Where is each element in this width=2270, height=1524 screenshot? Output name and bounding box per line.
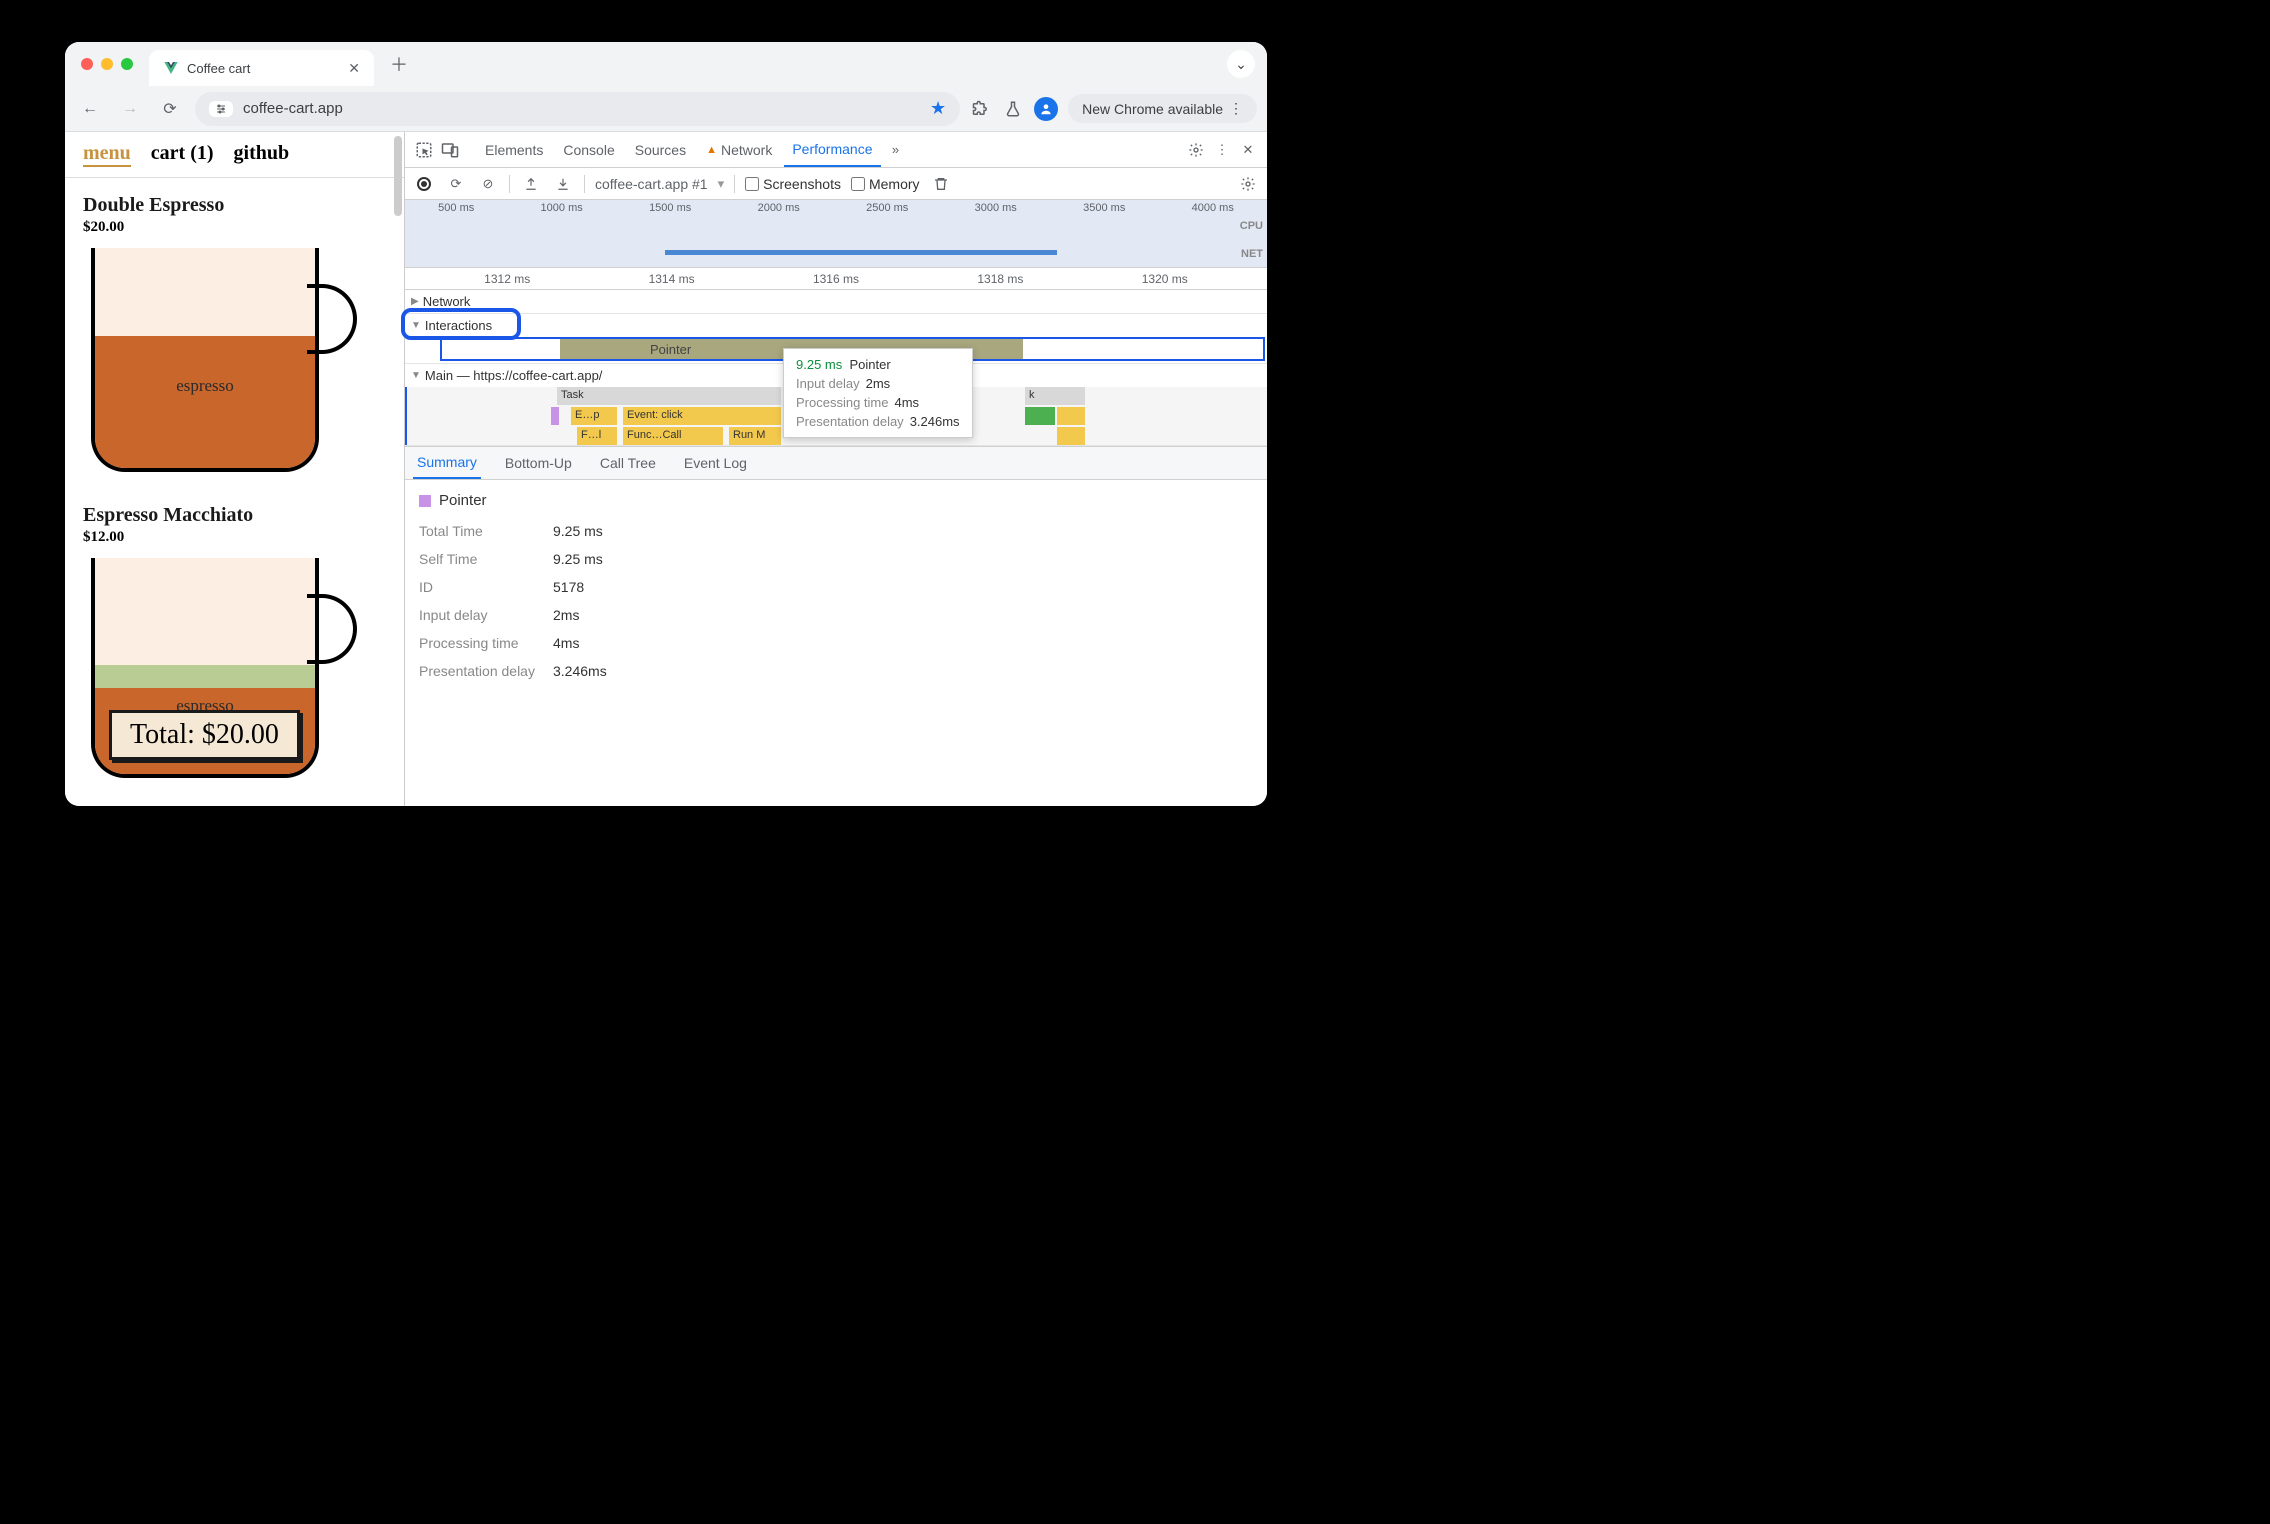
devtools-tabs: Elements Console Sources Network Perform… [405, 132, 1267, 168]
coffee-cup-icon[interactable]: espresso [83, 248, 333, 478]
browser-toolbar: ← → ⟳ coffee-cart.app ★ New Chrome avail… [65, 86, 1267, 132]
screenshots-checkbox[interactable]: Screenshots [745, 176, 841, 192]
product-name: Espresso Macchiato [83, 504, 386, 527]
clear-button[interactable]: ⊘ [477, 173, 499, 195]
tab-event-log[interactable]: Event Log [680, 448, 751, 478]
chevron-right-icon[interactable]: ▶ [411, 296, 419, 307]
back-button[interactable]: ← [75, 94, 105, 124]
close-devtools-icon[interactable]: ✕ [1237, 139, 1259, 161]
more-tabs-icon[interactable]: » [885, 139, 907, 161]
reload-button[interactable]: ⟳ [155, 94, 185, 124]
flame-bar[interactable] [1025, 407, 1055, 425]
network-track[interactable]: ▶Network [405, 290, 1267, 314]
chrome-update-label: New Chrome available [1082, 101, 1223, 117]
chrome-update-chip[interactable]: New Chrome available ⋮ [1068, 94, 1257, 123]
maximize-window-button[interactable] [121, 58, 133, 70]
flame-task[interactable]: k [1025, 387, 1085, 405]
record-button[interactable] [413, 173, 435, 195]
hover-tooltip: 9.25 ms Pointer Input delay2ms Processin… [783, 348, 973, 438]
tab-console[interactable]: Console [555, 132, 622, 167]
profile-avatar-icon[interactable] [1034, 97, 1058, 121]
tab-bottom-up[interactable]: Bottom-Up [501, 448, 576, 478]
extensions-icon[interactable] [970, 100, 992, 118]
tab-call-tree[interactable]: Call Tree [596, 448, 660, 478]
window-controls [65, 58, 149, 70]
flame-bar[interactable] [1057, 407, 1085, 425]
nav-cart[interactable]: cart (1) [151, 142, 214, 167]
memory-checkbox[interactable]: Memory [851, 176, 920, 192]
new-tab-button[interactable]: ＋ [390, 51, 408, 77]
flame-bar[interactable] [551, 407, 559, 425]
reload-record-button[interactable]: ⟳ [445, 173, 467, 195]
nav-menu[interactable]: menu [83, 142, 131, 167]
browser-tab[interactable]: Coffee cart ✕ [149, 50, 374, 86]
flame-run[interactable]: Run M [729, 427, 781, 445]
settings-gear-icon[interactable] [1185, 139, 1207, 161]
dropdown-icon[interactable]: ▾ [718, 176, 725, 192]
cpu-label: CPU [1240, 220, 1263, 232]
flame-func-call[interactable]: Func…Call [623, 427, 723, 445]
flame-fl[interactable]: F…l [577, 427, 617, 445]
tab-sources[interactable]: Sources [627, 132, 694, 167]
minimize-window-button[interactable] [101, 58, 113, 70]
timeline-overview[interactable]: 500 ms 1000 ms 1500 ms 2000 ms 2500 ms 3… [405, 200, 1267, 268]
gc-icon[interactable] [930, 173, 952, 195]
tab-summary[interactable]: Summary [413, 447, 481, 479]
cup-label: espresso [95, 376, 315, 396]
perf-settings-icon[interactable] [1237, 173, 1259, 195]
chevron-down-icon[interactable]: ▼ [411, 370, 421, 381]
coffee-cup-icon[interactable]: espresso [83, 558, 333, 718]
kebab-menu-icon[interactable]: ⋮ [1211, 139, 1233, 161]
device-toolbar-icon[interactable] [439, 139, 461, 161]
timeline-ruler[interactable]: 1312 ms 1314 ms 1316 ms 1318 ms 1320 ms [405, 268, 1267, 290]
recording-target[interactable]: coffee-cart.app #1 [595, 176, 708, 192]
download-icon[interactable] [552, 173, 574, 195]
address-bar[interactable]: coffee-cart.app ★ [195, 92, 960, 126]
main-thread-track[interactable]: ▼Main — https://coffee-cart.app/ Task k … [405, 364, 1267, 446]
nav-github[interactable]: github [234, 142, 290, 167]
vue-favicon-icon [163, 60, 179, 76]
interaction-bar[interactable]: Pointer [650, 342, 691, 357]
browser-window: Coffee cart ✕ ＋ ⌄ ← → ⟳ coffee-cart.app … [65, 42, 1267, 806]
tab-title: Coffee cart [187, 61, 250, 76]
summary-panel: Pointer Total Time9.25 ms Self Time9.25 … [405, 480, 1267, 703]
flame-event[interactable]: E…p [571, 407, 617, 425]
page-nav: menu cart (1) github [65, 132, 404, 178]
page-content: menu cart (1) github Double Espresso $20… [65, 132, 405, 806]
tab-network[interactable]: Network [698, 132, 780, 167]
product-price: $20.00 [83, 219, 386, 236]
tab-elements[interactable]: Elements [477, 132, 551, 167]
product-card: Double Espresso $20.00 espresso [65, 178, 404, 478]
bookmark-star-icon[interactable]: ★ [930, 98, 946, 119]
cart-total-badge[interactable]: Total: $20.00 [109, 710, 300, 760]
page-scrollbar[interactable] [394, 136, 402, 216]
detail-tabs: Summary Bottom-Up Call Tree Event Log [405, 446, 1267, 480]
net-label: NET [1241, 248, 1263, 260]
product-name: Double Espresso [83, 194, 386, 217]
tab-performance[interactable]: Performance [784, 132, 880, 167]
flame-event-click[interactable]: Event: click [623, 407, 781, 425]
cart-total-text: Total: $20.00 [130, 719, 279, 750]
summary-title: Pointer [419, 492, 1253, 509]
close-window-button[interactable] [81, 58, 93, 70]
kebab-icon: ⋮ [1229, 100, 1243, 117]
flame-bar[interactable] [1057, 427, 1085, 445]
titlebar: Coffee cart ✕ ＋ ⌄ [65, 42, 1267, 86]
upload-icon[interactable] [520, 173, 542, 195]
product-price: $12.00 [83, 529, 386, 546]
inspect-element-icon[interactable] [413, 139, 435, 161]
close-tab-icon[interactable]: ✕ [348, 60, 360, 77]
url-text: coffee-cart.app [243, 100, 343, 117]
devtools-panel: Elements Console Sources Network Perform… [405, 132, 1267, 806]
tab-overflow-icon[interactable]: ⌄ [1227, 50, 1255, 78]
labs-icon[interactable] [1002, 100, 1024, 118]
performance-toolbar: ⟳ ⊘ coffee-cart.app #1 ▾ Screenshots Mem… [405, 168, 1267, 200]
flame-task[interactable]: Task [557, 387, 781, 405]
product-card: Espresso Macchiato $12.00 espresso [65, 488, 404, 718]
highlight-box [401, 308, 521, 340]
site-settings-icon[interactable] [209, 101, 233, 117]
forward-button[interactable]: → [115, 94, 145, 124]
